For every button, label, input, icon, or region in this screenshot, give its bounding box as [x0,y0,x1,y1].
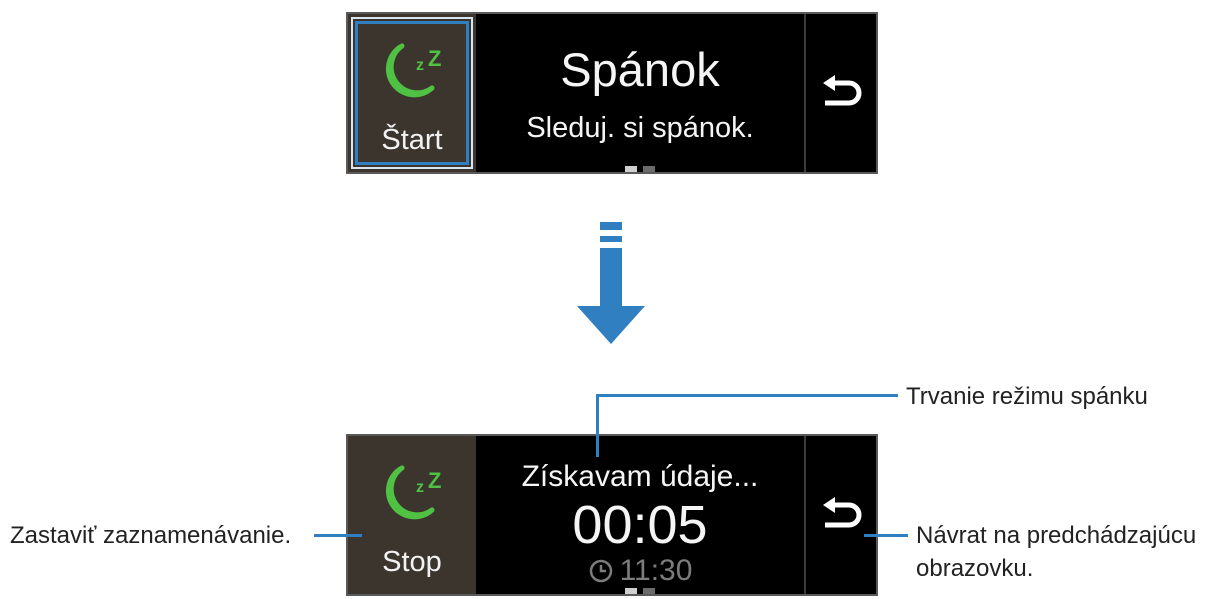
duration-callout-text: Trvanie režimu spánku [906,383,1148,410]
sleep-tracking-area: Získavam údaje... 00:05 11:30 [476,436,804,594]
back-arrow-icon [823,497,862,528]
page-dot-active [625,588,637,594]
start-button[interactable]: z Z Štart [348,14,476,172]
down-arrow-icon [577,222,645,344]
svg-text:Z: Z [428,468,441,493]
sleep-screen-bottom: z Z Stop Získavam údaje... 00:05 11:30 [346,434,878,596]
sleep-screen-top: z Z Štart Spánok Sleduj. si spánok. [346,12,878,174]
back-callout-line [864,534,908,537]
alarm-row: 11:30 [476,554,804,588]
page-indicator [625,588,655,594]
page-dot-active [625,166,637,172]
sleep-subtitle: Sleduj. si spánok. [526,112,754,144]
back-button[interactable] [806,14,876,172]
start-button-label: Štart [381,124,443,156]
svg-text:z: z [416,479,424,496]
back-button[interactable] [806,436,876,594]
stop-button-label: Stop [382,546,442,578]
page-dot [643,166,655,172]
alarm-time: 11:30 [619,554,693,587]
page-indicator [625,166,655,172]
clock-icon [589,559,612,583]
duration-callout-line-h [596,394,898,397]
svg-text:Z: Z [428,46,441,71]
stop-callout-line [314,534,362,537]
stop-callout-text: Zastaviť zaznamenávanie. [10,522,292,549]
stop-button[interactable]: z Z Stop [348,436,476,594]
back-callout-text-2: obrazovku. [916,555,1034,582]
duration-callout-line-v [596,395,599,457]
sleep-info-area: Spánok Sleduj. si spánok. [476,14,804,172]
back-callout-text-1: Návrat na predchádzajúcu [916,522,1197,549]
sleep-title: Spánok [560,43,720,96]
tracking-status: Získavam údaje... [521,460,759,493]
sleep-moon-icon: z Z [385,465,441,520]
page-dot [643,588,655,594]
back-arrow-icon [823,75,862,106]
svg-text:z: z [416,57,424,74]
sleep-duration-timer: 00:05 [572,495,708,555]
sleep-moon-icon: z Z [385,43,441,98]
